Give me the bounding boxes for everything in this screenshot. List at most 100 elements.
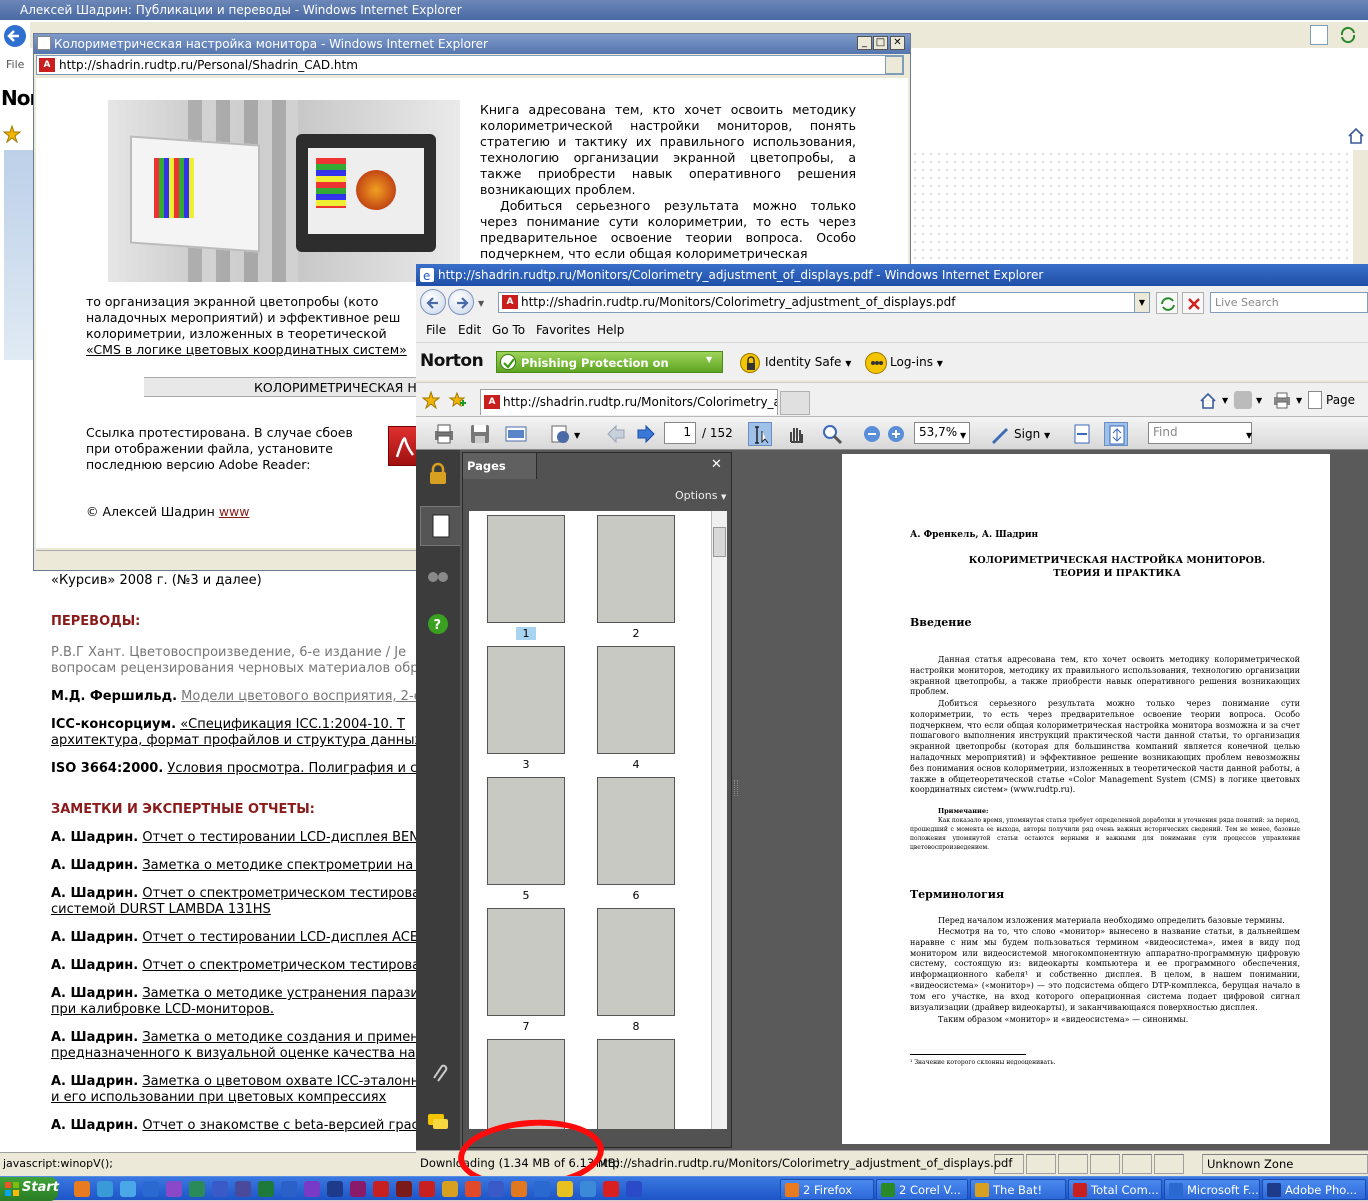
publication-link[interactable]: системой DURST LAMBDA 131HS xyxy=(51,902,421,918)
fit-page-icon[interactable] xyxy=(1104,422,1128,446)
lock-icon[interactable] xyxy=(426,462,450,486)
publication-link[interactable]: Отчет о спектрометрическом тестирова xyxy=(142,886,420,901)
cms-article-link[interactable]: «CMS в логике цветовых координатных сист… xyxy=(86,342,420,358)
select-tool-icon[interactable] xyxy=(748,422,772,446)
close-panel-icon[interactable]: ✕ xyxy=(711,457,722,472)
phishing-dropdown-icon[interactable]: ▼ xyxy=(706,355,712,364)
quick-launch-icon[interactable] xyxy=(258,1181,274,1197)
taskbar-button[interactable]: Adobe Pho... xyxy=(1262,1179,1366,1200)
email-icon[interactable] xyxy=(504,422,528,446)
next-page-icon[interactable] xyxy=(634,422,658,446)
quick-launch-icon[interactable] xyxy=(327,1181,343,1197)
publication-link[interactable]: Отчет о тестировании LCD-дисплея BENC xyxy=(142,830,421,845)
publication-link[interactable]: Отчет о тестировании LCD-дисплея ACEI xyxy=(142,930,421,945)
page-thumbnail[interactable] xyxy=(597,646,675,754)
publication-link[interactable]: Заметка о методике устранения паразит xyxy=(142,986,421,1001)
page-thumbnail[interactable] xyxy=(487,908,565,1016)
quick-launch-icon[interactable] xyxy=(304,1181,320,1197)
previous-page-icon[interactable] xyxy=(604,422,628,446)
quick-launch-icon[interactable] xyxy=(488,1181,504,1197)
zoom-out-icon[interactable] xyxy=(860,422,884,446)
publication-link[interactable]: Условия просмотра. Полиграфия и с xyxy=(167,761,417,776)
home-icon[interactable] xyxy=(1198,391,1218,411)
zoom-in-icon[interactable] xyxy=(884,422,908,446)
page-thumbnail[interactable] xyxy=(597,1039,675,1129)
page-thumbnail[interactable] xyxy=(487,646,565,754)
popup-address-field[interactable]: http://shadrin.rudtp.ru/Personal/Shadrin… xyxy=(36,55,904,75)
find-dropdown-icon[interactable]: ▼ xyxy=(1246,431,1252,440)
publication-link[interactable]: «Спецификация ICC.1:2004-10. Т xyxy=(180,717,405,732)
print-dropdown-icon[interactable]: ▼ xyxy=(1296,396,1302,405)
publication-link[interactable]: Заметка о цветовом охвате ICC-эталонн xyxy=(142,1074,419,1089)
file-menu[interactable]: File xyxy=(6,58,24,71)
forward-arrow-icon[interactable] xyxy=(448,289,474,315)
quick-launch-icon[interactable] xyxy=(557,1181,573,1197)
zoom-tool-icon[interactable] xyxy=(820,422,844,446)
quick-launch-icon[interactable] xyxy=(626,1181,642,1197)
menu-file[interactable]: File xyxy=(426,323,446,337)
taskbar-button[interactable]: Total Com... xyxy=(1068,1179,1162,1200)
identity-safe-button[interactable]: Identity Safe ▼ xyxy=(765,355,851,369)
quick-launch-icon[interactable] xyxy=(74,1181,90,1197)
new-tab-button[interactable] xyxy=(780,391,810,415)
favorites-star-icon[interactable] xyxy=(422,391,440,409)
add-favorite-icon[interactable] xyxy=(448,391,466,409)
back-window-scrollbar[interactable] xyxy=(1353,150,1368,265)
page-thumbnail[interactable] xyxy=(597,777,675,885)
url-dropdown-icon[interactable]: ▼ xyxy=(1134,293,1149,312)
quick-launch-icon[interactable] xyxy=(143,1181,159,1197)
tab-pdf-document[interactable]: http://shadrin.rudtp.ru/Monitors/Colorim… xyxy=(480,389,778,415)
publication-link[interactable]: и его использовании при цветовых компрес… xyxy=(51,1090,421,1106)
feeds-dropdown-icon[interactable]: ▼ xyxy=(1256,396,1262,405)
back-arrow-icon[interactable] xyxy=(420,289,446,315)
page-thumbnail[interactable] xyxy=(597,515,675,623)
favorites-star-icon[interactable] xyxy=(3,125,21,143)
menu-edit[interactable]: Edit xyxy=(458,323,481,337)
menu-go-to[interactable]: Go To xyxy=(492,323,525,337)
page-thumbnail[interactable] xyxy=(487,777,565,885)
feeds-icon[interactable] xyxy=(1234,391,1252,409)
hand-tool-icon[interactable] xyxy=(784,422,808,446)
find-input[interactable]: Find xyxy=(1148,422,1252,444)
comments-icon[interactable] xyxy=(426,1110,450,1134)
publication-link[interactable]: Отчет о знакомстве с beta-версией грас xyxy=(142,1118,418,1133)
stop-icon[interactable] xyxy=(1364,25,1368,45)
menu-help[interactable]: Help xyxy=(597,323,624,337)
menu-favorites[interactable]: Favorites xyxy=(536,323,590,337)
binoculars-icon[interactable] xyxy=(426,562,450,586)
zoom-dropdown-icon[interactable]: ▼ xyxy=(960,431,966,440)
publication-link[interactable]: Модели цветового восприятия, 2-е xyxy=(181,689,421,704)
www-link[interactable]: www xyxy=(219,504,250,519)
page-thumbnail[interactable] xyxy=(597,908,675,1016)
panel-splitter[interactable] xyxy=(734,780,738,796)
logins-button[interactable]: Log-ins ▼ xyxy=(890,355,943,369)
history-dropdown-icon[interactable]: ▼ xyxy=(478,299,484,308)
popup-address-dropdown[interactable] xyxy=(885,56,903,74)
page-number-input[interactable]: 1 xyxy=(664,422,696,444)
scrollbar-thumb[interactable] xyxy=(713,527,726,557)
quick-launch-icon[interactable] xyxy=(580,1181,596,1197)
taskbar-button[interactable]: 2 Corel V... xyxy=(876,1179,968,1200)
quick-launch-icon[interactable] xyxy=(166,1181,182,1197)
quick-launch-icon[interactable] xyxy=(465,1181,481,1197)
live-search-input[interactable]: Live Search xyxy=(1210,292,1368,313)
page-thumbnail[interactable] xyxy=(487,1039,565,1129)
sign-pen-icon[interactable] xyxy=(988,422,1012,446)
publication-link[interactable]: при калибровке LCD-мониторов. xyxy=(51,1002,421,1018)
publication-link[interactable]: Отчет о спектрометрическом тестирова xyxy=(142,958,420,973)
quick-launch-icon[interactable] xyxy=(373,1181,389,1197)
home-dropdown-icon[interactable]: ▼ xyxy=(1222,396,1228,405)
fit-width-icon[interactable] xyxy=(1070,422,1094,446)
publication-link[interactable]: Заметка о методике спектрометрии на г xyxy=(142,858,421,873)
quick-launch-icon[interactable] xyxy=(396,1181,412,1197)
quick-launch-icon[interactable] xyxy=(442,1181,458,1197)
quick-launch-icon[interactable] xyxy=(281,1181,297,1197)
thumbnails-scrollbar[interactable] xyxy=(711,511,727,1129)
quick-launch-icon[interactable] xyxy=(419,1181,435,1197)
phishing-protection-button[interactable]: Phishing Protection on xyxy=(496,351,723,373)
taskbar-button[interactable]: The Bat! xyxy=(970,1179,1066,1200)
print-icon[interactable] xyxy=(432,422,456,446)
taskbar-button[interactable]: 2 Firefox xyxy=(780,1179,874,1200)
minimize-button[interactable]: _ xyxy=(857,36,872,50)
quick-launch-icon[interactable] xyxy=(97,1181,113,1197)
